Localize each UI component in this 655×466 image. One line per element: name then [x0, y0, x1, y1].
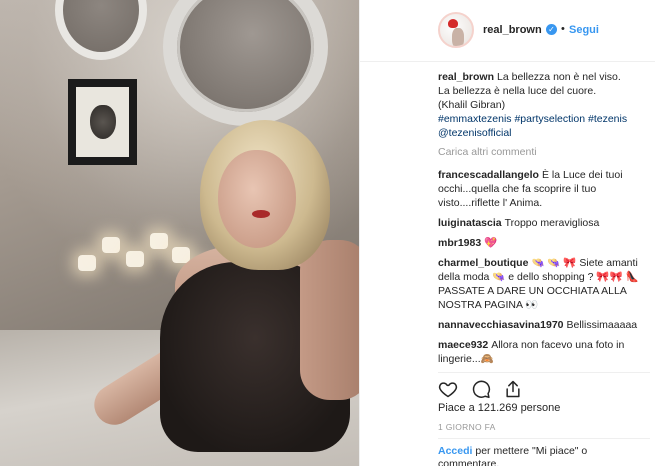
comment-username[interactable]: mbr1983: [438, 237, 481, 249]
caption-hashtags[interactable]: #emmaxtezenis #partyselection #tezenis: [438, 113, 627, 125]
post-photo[interactable]: [0, 0, 359, 466]
share-icon[interactable]: [503, 379, 523, 399]
likes-count[interactable]: Piace a 121.269 persone: [438, 402, 560, 414]
comment-item: maece932 Allora non facevo una foto in li…: [438, 338, 650, 366]
comment-item: charmel_boutique 👒 👒 🎀 Siete amanti della…: [438, 256, 650, 312]
comment-item: francescadallangelo È la Luce dei tuoi oc…: [438, 168, 650, 210]
heart-icon[interactable]: [438, 379, 458, 399]
comment-item: mbr1983 💖: [438, 236, 650, 250]
heart-sticker-icon: [448, 19, 458, 28]
caption-line-1: La bellezza non è nel viso.: [497, 71, 621, 83]
photo-arm-right: [300, 240, 359, 400]
post-side-panel: real_brown ✓ • Segui real_brown La bellez…: [359, 0, 655, 466]
header-username[interactable]: real_brown: [483, 24, 542, 36]
comment-username[interactable]: francescadallangelo: [438, 169, 539, 181]
comment-username[interactable]: luiginatascia: [438, 217, 502, 229]
comments-list[interactable]: real_brown La bellezza non è nel viso. La…: [438, 70, 650, 370]
follow-button[interactable]: Segui: [569, 24, 599, 36]
post-timestamp[interactable]: 1 GIORNO FA: [438, 422, 496, 432]
login-prompt: Accedi per mettere "Mi piace" o commenta…: [438, 438, 650, 466]
load-more-comments-button[interactable]: Carica altri commenti: [438, 146, 650, 158]
verified-badge-icon: ✓: [546, 24, 557, 35]
caption-line-2: La bellezza è nella luce del cuore.: [438, 85, 597, 97]
instagram-post: real_brown ✓ • Segui real_brown La bellez…: [0, 0, 655, 466]
comment-username[interactable]: maece932: [438, 339, 488, 351]
comment-username[interactable]: nannavecchiasavina1970: [438, 319, 564, 331]
header-separator: •: [561, 23, 565, 35]
comment-text: 💖: [484, 237, 498, 249]
comment-item: nannavecchiasavina1970 Bellissimaaaaa: [438, 318, 650, 332]
login-link[interactable]: Accedi: [438, 445, 472, 457]
photo-lips: [252, 210, 270, 218]
avatar[interactable]: [438, 12, 474, 48]
photo-face: [218, 150, 296, 248]
comment-username[interactable]: charmel_boutique: [438, 257, 528, 269]
comment-icon[interactable]: [471, 379, 491, 399]
comment-text: Bellissimaaaaa: [566, 319, 638, 331]
caption: real_brown La bellezza non è nel viso. La…: [438, 70, 650, 140]
action-bar: [438, 372, 650, 400]
comment-item: luiginatascia Troppo meravigliosa: [438, 216, 650, 230]
photo-heart-frame: [68, 79, 137, 165]
caption-line-3: (Khalil Gibran): [438, 99, 506, 111]
caption-mention[interactable]: @tezenisofficial: [438, 127, 512, 139]
comment-text: Troppo meravigliosa: [504, 217, 600, 229]
caption-username[interactable]: real_brown: [438, 71, 494, 83]
